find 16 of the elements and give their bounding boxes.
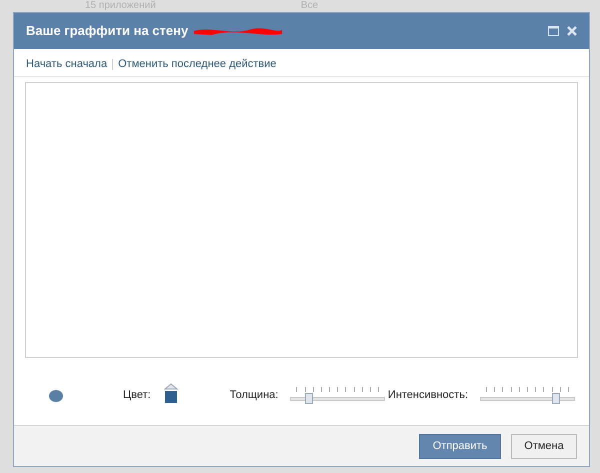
- slider-thumb[interactable]: [552, 392, 560, 404]
- window-title: Ваше граффити на стену: [26, 22, 188, 40]
- slider-label: Толщина:: [230, 388, 278, 404]
- undo-link[interactable]: Отменить последнее действие: [118, 56, 276, 73]
- start-over-link[interactable]: Начать сначала: [26, 56, 108, 73]
- color-swatch[interactable]: [164, 383, 178, 404]
- slider[interactable]: [290, 386, 386, 404]
- close-icon[interactable]: [567, 26, 577, 36]
- slider-label: Интенсивность:: [388, 388, 468, 404]
- slider-thumb[interactable]: [305, 392, 314, 404]
- maximize-icon[interactable]: [548, 26, 559, 36]
- slider[interactable]: [480, 386, 575, 404]
- color-label: Цвет:: [123, 388, 151, 404]
- brush-preview-icon: [49, 390, 63, 402]
- send-button[interactable]: Отправить: [419, 434, 501, 458]
- cancel-button[interactable]: Отмена: [511, 434, 577, 458]
